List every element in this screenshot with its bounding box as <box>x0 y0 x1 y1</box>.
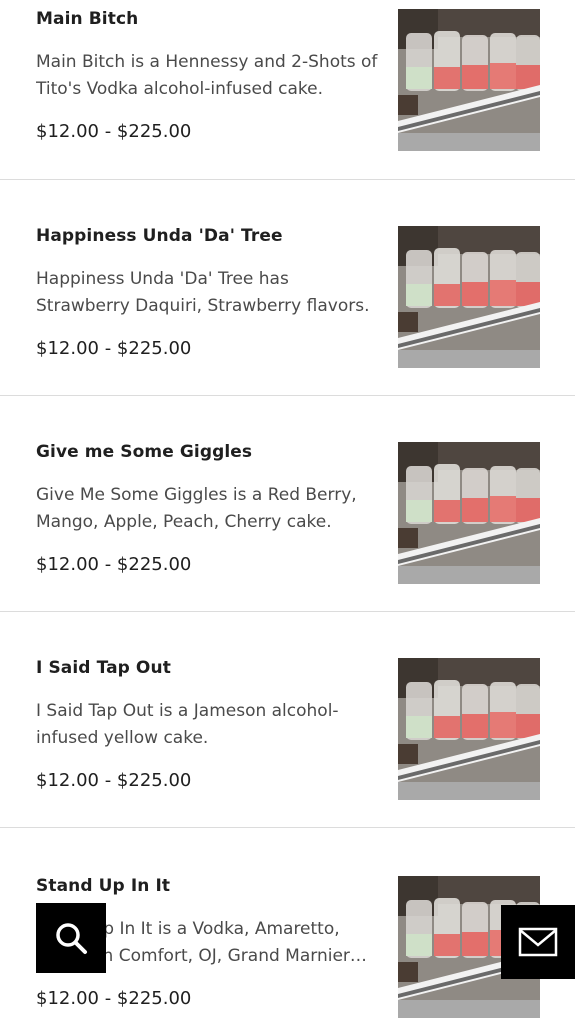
product-photo-icon <box>398 9 540 151</box>
item-price: $12.00 - $225.00 <box>36 988 192 1009</box>
item-price: $12.00 - $225.00 <box>36 338 192 359</box>
item-price: $12.00 - $225.00 <box>36 121 192 142</box>
item-image[interactable] <box>398 442 540 584</box>
product-photo-icon <box>398 658 540 800</box>
item-description: Main Bitch is a Hennessy and 2-Shots of … <box>36 52 378 99</box>
item-price: $12.00 - $225.00 <box>36 554 192 575</box>
menu-item[interactable]: Main Bitch Main Bitch is a Hennessy and … <box>0 0 575 180</box>
item-name[interactable]: Main Bitch <box>36 9 138 29</box>
item-image[interactable] <box>398 226 540 368</box>
item-image[interactable] <box>398 9 540 151</box>
contact-button[interactable] <box>501 905 575 979</box>
item-description: Happiness Unda 'Da' Tree has Strawberry … <box>36 269 370 316</box>
menu-item[interactable]: Happiness Unda 'Da' Tree Happiness Unda … <box>0 180 575 396</box>
mail-icon <box>518 927 558 957</box>
search-button[interactable] <box>36 903 106 973</box>
item-price: $12.00 - $225.00 <box>36 770 192 791</box>
search-icon <box>56 923 87 954</box>
menu-page: Main Bitch Main Bitch is a Hennessy and … <box>0 0 575 1023</box>
item-name[interactable]: I Said Tap Out <box>36 658 171 678</box>
menu-item[interactable]: I Said Tap Out I Said Tap Out is a James… <box>0 612 575 828</box>
item-description: Give Me Some Giggles is a Red Berry, Man… <box>36 485 357 532</box>
product-photo-icon <box>398 442 540 584</box>
menu-item[interactable]: Give me Some Giggles Give Me Some Giggle… <box>0 396 575 612</box>
item-name[interactable]: Give me Some Giggles <box>36 442 252 462</box>
item-image[interactable] <box>398 658 540 800</box>
item-name[interactable]: Stand Up In It <box>36 876 170 896</box>
item-name[interactable]: Happiness Unda 'Da' Tree <box>36 226 283 246</box>
item-description: I Said Tap Out is a Jameson alcohol-infu… <box>36 701 339 748</box>
product-photo-icon <box>398 226 540 368</box>
